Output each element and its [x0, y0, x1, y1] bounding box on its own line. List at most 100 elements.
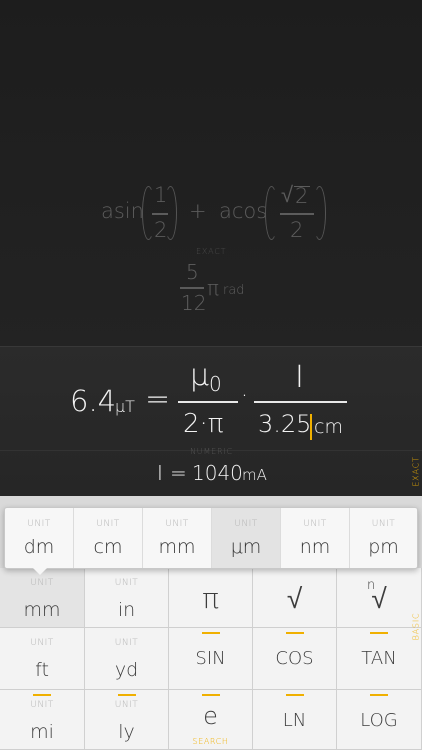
- key-ln[interactable]: LN: [253, 690, 337, 750]
- exact-toggle[interactable]: EXACT: [412, 454, 421, 490]
- key-label: ly: [118, 721, 135, 743]
- key-label: TAN: [361, 648, 397, 669]
- key-sqrt[interactable]: √: [253, 568, 337, 628]
- unit-option-pm[interactable]: UNIT pm: [350, 508, 417, 568]
- key-label: LOG: [360, 710, 398, 731]
- unit-popup: UNIT dm UNIT cm UNIT mm UNIT μm UNIT nm …: [4, 507, 418, 569]
- secondary-indicator: [370, 694, 388, 696]
- text-cursor: [310, 414, 312, 440]
- fraction-bar: [254, 401, 347, 403]
- key-label: LN: [282, 710, 307, 731]
- secondary-indicator: [370, 632, 388, 634]
- popup-pointer: [31, 566, 49, 575]
- plus-operator: +: [189, 199, 207, 223]
- unit-label: cm: [93, 536, 123, 558]
- result-unit: rad: [223, 283, 245, 298]
- secondary-indicator: [285, 694, 304, 696]
- result-unit: mA: [242, 466, 267, 484]
- key-label: mm: [23, 599, 61, 621]
- result-variable: I: [157, 461, 163, 485]
- nth-root-icon: √: [371, 582, 387, 615]
- key-caption: UNIT: [114, 700, 139, 710]
- fraction-bar: [178, 401, 238, 403]
- unit-label: pm: [368, 536, 399, 558]
- left-paren: [265, 186, 278, 240]
- key-nth-root[interactable]: n √: [337, 568, 422, 628]
- equals-sign: =: [145, 382, 171, 417]
- mu-zero-subscript: 0: [209, 372, 222, 396]
- key-log[interactable]: LOG: [337, 690, 422, 750]
- key-label: mi: [30, 721, 54, 743]
- lhs-value: 6.4: [70, 384, 117, 418]
- key-label: in: [117, 599, 136, 621]
- unit-label: μm: [230, 536, 262, 558]
- secondary-indicator: [201, 694, 220, 696]
- key-ly[interactable]: UNIT ly: [85, 690, 169, 750]
- secondary-indicator: [285, 632, 304, 634]
- sqrt-icon: √: [286, 582, 303, 615]
- key-mi[interactable]: UNIT mi: [0, 690, 85, 750]
- sqrt-argument: 2: [295, 184, 309, 208]
- result-fraction-bar: [180, 287, 204, 289]
- unit-caption: UNIT: [27, 519, 51, 529]
- unit-option-dm[interactable]: UNIT dm: [5, 508, 74, 568]
- sqrt-icon: √: [281, 183, 294, 208]
- lhs-unit: μT: [115, 397, 135, 416]
- pi-icon: π: [202, 582, 219, 615]
- unit-option-cm[interactable]: UNIT cm: [74, 508, 143, 568]
- key-label: yd: [114, 659, 139, 681]
- distance-unit[interactable]: cm: [314, 416, 343, 438]
- key-pi[interactable]: π: [169, 568, 253, 628]
- right-paren: [313, 186, 326, 240]
- key-e[interactable]: e SEARCH: [169, 690, 253, 750]
- key-ft[interactable]: UNIT ft: [0, 628, 85, 690]
- key-sin[interactable]: SIN: [169, 628, 253, 690]
- basic-toggle[interactable]: BASIC: [412, 609, 421, 645]
- key-yd[interactable]: UNIT yd: [85, 628, 169, 690]
- unit-label: dm: [23, 536, 55, 558]
- key-caption: UNIT: [114, 638, 139, 648]
- key-caption: UNIT: [114, 578, 139, 588]
- unit-label: mm: [158, 536, 196, 558]
- asin-function: asin: [101, 199, 144, 223]
- result-equals: =: [170, 461, 187, 485]
- key-caption: UNIT: [30, 578, 54, 588]
- key-label: SIN: [195, 648, 226, 669]
- key-in[interactable]: UNIT in: [85, 568, 169, 628]
- acos-function: acos: [219, 199, 268, 223]
- key-caption: UNIT: [30, 638, 54, 648]
- secondary-indicator: [33, 694, 51, 696]
- result-denominator: 12: [181, 291, 207, 315]
- key-label: e: [203, 702, 218, 730]
- unit-label: nm: [299, 536, 331, 558]
- unit-option-nm[interactable]: UNIT nm: [281, 508, 350, 568]
- fraction-bar: [280, 213, 314, 215]
- unit-option-mm[interactable]: UNIT mm: [143, 508, 212, 568]
- key-cos[interactable]: COS: [253, 628, 337, 690]
- result-value: 1040: [192, 461, 243, 485]
- key-tan[interactable]: TAN: [337, 628, 422, 690]
- current-symbol: I: [295, 360, 304, 395]
- unit-caption: UNIT: [96, 519, 120, 529]
- unit-caption: UNIT: [165, 519, 189, 529]
- unit-caption: UNIT: [234, 519, 258, 529]
- exact-mode-label: EXACT: [196, 247, 227, 256]
- unit-option-um[interactable]: UNIT μm: [212, 508, 281, 568]
- search-label: SEARCH: [192, 737, 229, 746]
- numeric-mode-label: NUMERIC: [190, 447, 233, 456]
- key-label: COS: [275, 648, 314, 669]
- result-numerator: 5: [186, 260, 199, 284]
- distance-value[interactable]: 3.25: [258, 410, 311, 438]
- key-label: ft: [35, 659, 49, 681]
- key-caption: UNIT: [30, 700, 54, 710]
- mu-zero-symbol: μ: [190, 358, 210, 393]
- denominator-2pi: 2·π: [183, 409, 224, 439]
- history-panel[interactable]: asin 1 2 + acos √ 2 2 EXACT 5 12 π rad: [0, 0, 422, 346]
- multiply-dot: ·: [241, 384, 248, 409]
- right-paren: [164, 186, 177, 240]
- fraction-denominator: 2: [290, 218, 304, 242]
- pi-symbol: π: [207, 276, 220, 300]
- key-mm[interactable]: UNIT mm: [0, 568, 85, 628]
- unit-caption: UNIT: [371, 519, 396, 529]
- secondary-indicator: [201, 632, 220, 634]
